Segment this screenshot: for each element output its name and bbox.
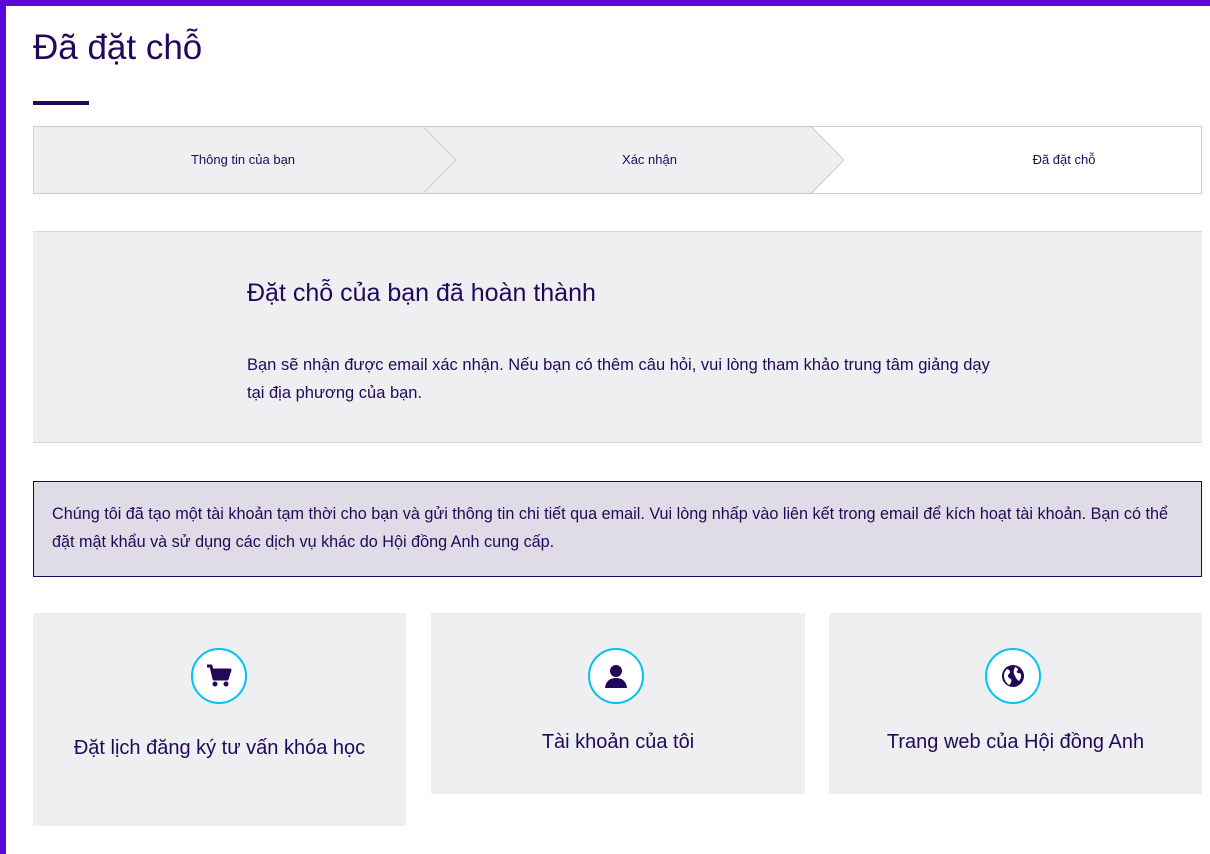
booking-complete-message: Bạn sẽ nhận được email xác nhận. Nếu bạn… (247, 356, 990, 402)
card-my-account-label: Tài khoản của tôi (541, 731, 695, 753)
card-british-council-website-label: Trang web của Hội đồng Anh (886, 731, 1145, 753)
card-book-consultation-label: Đặt lịch đăng ký tư vấn khóa học (73, 737, 366, 759)
user-icon (588, 648, 644, 704)
globe-icon (985, 648, 1041, 704)
step-confirmation: Xác nhận (622, 152, 677, 167)
booking-complete-title: Đặt chỗ của bạn đã hoàn thành (247, 279, 596, 307)
temporary-account-notice: Chúng tôi đã tạo một tài khoản tạm thời … (33, 481, 1202, 577)
step-booked: Đã đặt chỗ (1032, 152, 1096, 167)
booking-complete-panel: Đặt chỗ của bạn đã hoàn thành Bạn sẽ nhậ… (33, 231, 1202, 443)
title-underline (33, 101, 89, 105)
card-british-council-website[interactable]: Trang web của Hội đồng Anh (829, 613, 1202, 794)
progress-stepper: Thông tin của bạn Xác nhận Đã đặt chỗ (33, 126, 1202, 194)
step-your-info: Thông tin của bạn (190, 152, 296, 167)
card-book-consultation[interactable]: Đặt lịch đăng ký tư vấn khóa học (33, 613, 406, 826)
page-title: Đã đặt chỗ (33, 28, 203, 67)
notice-text: Chúng tôi đã tạo một tài khoản tạm thời … (52, 505, 1168, 551)
card-my-account[interactable]: Tài khoản của tôi (431, 613, 805, 794)
shopping-cart-icon (191, 648, 247, 704)
